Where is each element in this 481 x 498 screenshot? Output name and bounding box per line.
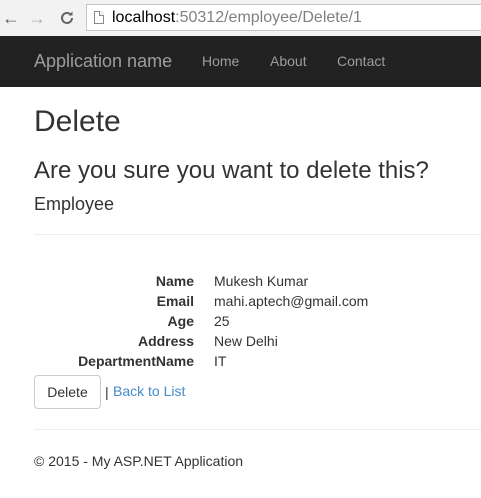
detail-row-name: Name Mukesh Kumar — [0, 273, 481, 293]
arrow-right-icon[interactable]: → — [27, 8, 47, 28]
url-text: localhost:50312/employee/Delete/1 — [112, 8, 362, 26]
detail-row-email: Email mahi.aptech@gmail.com — [0, 293, 481, 313]
page-title: Delete — [34, 105, 121, 138]
footer-text: © 2015 - My ASP.NET Application — [34, 453, 244, 469]
detail-row-department: DepartmentName IT — [0, 353, 481, 373]
nav-about-link[interactable]: About — [270, 53, 307, 69]
browser-toolbar: ← → localhost:50312/employee/Delete/1 — [0, 0, 481, 36]
reload-icon[interactable] — [57, 8, 77, 28]
detail-label: Email — [156, 293, 194, 309]
detail-value: New Delhi — [214, 333, 278, 349]
arrow-left-icon[interactable]: ← — [1, 8, 21, 28]
confirm-message: Are you sure you want to delete this? — [34, 157, 429, 184]
nav-home-link[interactable]: Home — [202, 53, 239, 69]
detail-row-age: Age 25 — [0, 313, 481, 333]
detail-value: mahi.aptech@gmail.com — [214, 293, 369, 309]
detail-value: IT — [214, 353, 227, 369]
divider — [34, 429, 481, 430]
detail-label: DepartmentName — [78, 353, 194, 369]
delete-button[interactable]: Delete — [34, 375, 101, 409]
page-icon — [94, 11, 104, 24]
divider — [34, 234, 481, 235]
brand-link[interactable]: Application name — [34, 51, 172, 72]
nav-contact-link[interactable]: Contact — [337, 53, 385, 69]
detail-value: 25 — [214, 313, 230, 329]
detail-label: Age — [167, 313, 194, 329]
detail-row-address: Address New Delhi — [0, 333, 481, 353]
navbar: Application name Home About Contact — [0, 36, 481, 87]
detail-label: Address — [137, 333, 194, 349]
address-bar[interactable]: localhost:50312/employee/Delete/1 — [86, 4, 481, 31]
detail-value: Mukesh Kumar — [214, 273, 309, 289]
detail-label: Name — [155, 273, 194, 289]
separator: | — [105, 384, 109, 400]
back-to-list-link[interactable]: Back to List — [113, 383, 185, 399]
entity-heading: Employee — [34, 194, 115, 214]
